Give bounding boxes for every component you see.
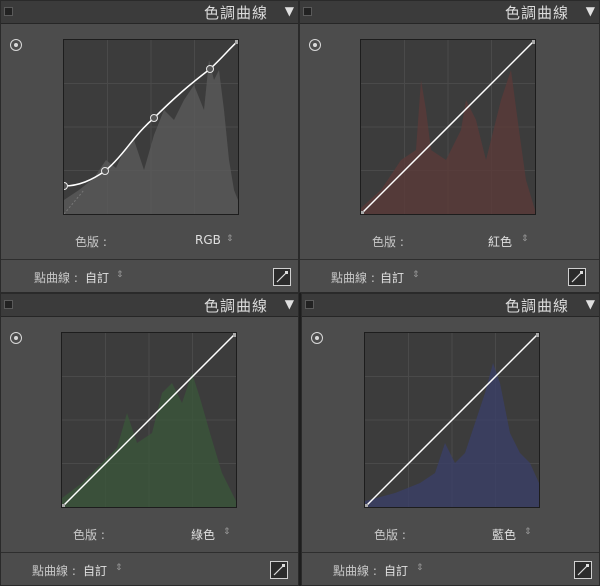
point-curve-stepper-icon[interactable]: ⇕ [412,270,420,280]
panel-title: 色調曲線 [203,297,268,315]
panel-toggle-icon[interactable] [303,7,312,16]
channel-stepper-icon[interactable]: ⇕ [223,527,231,537]
curve-point[interactable] [101,167,109,175]
channel-stepper-icon[interactable]: ⇕ [226,234,234,244]
target-adjust-icon[interactable] [10,332,22,344]
curve-endpoint[interactable] [62,504,65,507]
collapse-triangle-icon[interactable]: ▼ [285,4,294,18]
divider [302,552,599,553]
divider [1,552,298,553]
curve-endpoint[interactable] [536,333,539,337]
channel-select-value[interactable]: RGB [195,233,221,247]
point-curve-label: 點曲線 : [333,564,377,578]
channel-label: 色版 : [374,528,406,542]
curve-graph[interactable] [63,39,239,215]
point-curve-stepper-icon[interactable]: ⇕ [116,270,124,280]
tone-curve-panel-red: 色調曲線 ▼ 色版 : 紅色 ⇕ 點曲線 : 自訂 ⇕ [299,0,600,293]
collapse-triangle-icon[interactable]: ▼ [586,4,595,18]
channel-select-value[interactable]: 藍色 [492,526,516,543]
point-curve-label: 點曲線 : [331,271,375,285]
curve-point[interactable] [206,65,214,73]
collapse-triangle-icon[interactable]: ▼ [586,297,595,311]
tone-curve-panel-blue: 色調曲線 ▼ 色版 : 藍色 ⇕ 點曲線 : 自訂 ⇕ [301,293,600,586]
curve-svg [64,40,238,214]
edit-point-curve-icon[interactable] [273,268,291,286]
divider [1,259,298,260]
point-curve-value[interactable]: 自訂 [384,562,408,579]
point-curve-label: 點曲線 : [34,271,78,285]
panel-header[interactable]: 色調曲線 ▼ [1,1,298,24]
curve-endpoint[interactable] [235,40,238,44]
panel-toggle-icon[interactable] [4,7,13,16]
edit-point-curve-icon[interactable] [270,561,288,579]
panel-toggle-icon[interactable] [4,300,13,309]
point-curve-value[interactable]: 自訂 [380,269,404,286]
panel-toggle-icon[interactable] [305,300,314,309]
target-adjust-icon[interactable] [309,39,321,51]
channel-stepper-icon[interactable]: ⇕ [521,234,529,244]
panel-header[interactable]: 色調曲線 ▼ [302,294,599,317]
curve-svg [365,333,539,507]
tone-curve-panel-rgb: 色調曲線 ▼ 色版 : RGB ⇕ 點曲線 : 自訂 ⇕ [0,0,299,293]
divider [300,259,599,260]
channel-stepper-icon[interactable]: ⇕ [524,527,532,537]
panel-header[interactable]: 色調曲線 ▼ [1,294,298,317]
curve-endpoint[interactable] [532,40,535,44]
tone-curve-panel-green: 色調曲線 ▼ 色版 : 綠色 ⇕ 點曲線 : 自訂 ⇕ [0,293,299,586]
channel-label: 色版 : [75,235,107,249]
channel-label: 色版 : [73,528,105,542]
point-curve-value[interactable]: 自訂 [85,269,109,286]
panel-header[interactable]: 色調曲線 ▼ [300,1,599,24]
channel-select-value[interactable]: 綠色 [191,526,215,543]
curve-endpoint[interactable] [365,504,368,507]
curve-svg [361,40,535,214]
channel-label: 色版 : [372,235,404,249]
edit-point-curve-icon[interactable] [568,268,586,286]
target-adjust-icon[interactable] [311,332,323,344]
point-curve-label: 點曲線 : [32,564,76,578]
curve-graph[interactable] [364,332,540,508]
curve-point[interactable] [64,182,68,190]
edit-point-curve-icon[interactable] [574,561,592,579]
curve-svg [62,333,236,507]
curve-endpoint[interactable] [233,333,236,337]
curve-graph[interactable] [61,332,237,508]
collapse-triangle-icon[interactable]: ▼ [285,297,294,311]
channel-select-value[interactable]: 紅色 [488,233,512,250]
panel-title: 色調曲線 [504,297,569,315]
panel-title: 色調曲線 [203,4,268,22]
point-curve-value[interactable]: 自訂 [83,562,107,579]
point-curve-stepper-icon[interactable]: ⇕ [115,563,123,573]
curve-graph[interactable] [360,39,536,215]
curve-endpoint[interactable] [361,211,364,214]
point-curve-stepper-icon[interactable]: ⇕ [416,563,424,573]
target-adjust-icon[interactable] [10,39,22,51]
curve-point[interactable] [150,114,158,122]
panel-title: 色調曲線 [504,4,569,22]
